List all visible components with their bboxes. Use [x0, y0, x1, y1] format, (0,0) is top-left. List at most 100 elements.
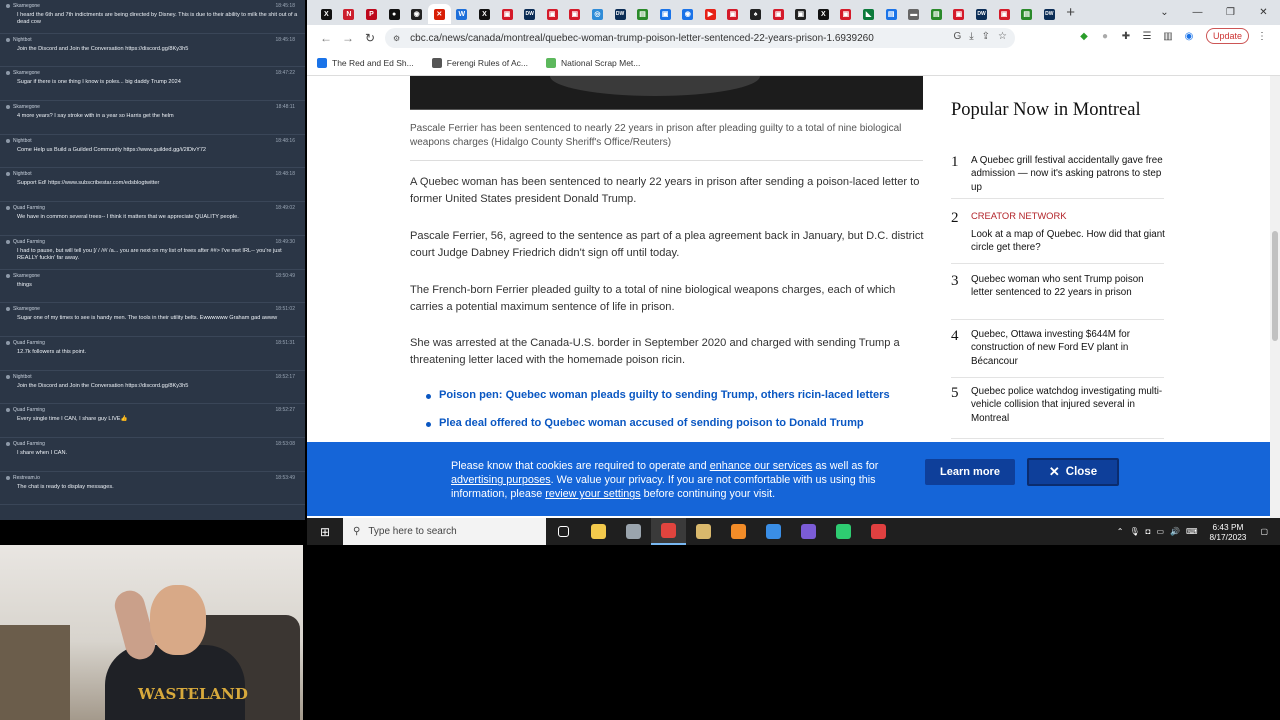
forward-icon[interactable]: →	[337, 27, 359, 49]
menu-icon[interactable]: ⋮	[1254, 28, 1270, 44]
chrome-taskbar-button[interactable]	[651, 518, 686, 545]
browser-tab[interactable]: ▣	[496, 4, 519, 24]
network-icon[interactable]: ▭	[1156, 527, 1164, 536]
site-info-icon[interactable]: ⚙	[393, 34, 400, 43]
related-link[interactable]: Plea deal offered to Quebec woman accuse…	[439, 417, 864, 429]
extensions-puzzle-icon[interactable]: ✚	[1118, 28, 1134, 44]
ime-icon[interactable]: ⌨	[1186, 527, 1198, 536]
browser-tab[interactable]: ▤	[925, 4, 948, 24]
minimize-button[interactable]: —	[1181, 0, 1214, 25]
browser-tab[interactable]: DW	[970, 4, 993, 24]
browser-tab[interactable]: ◣	[857, 4, 880, 24]
app-taskbar-button[interactable]	[826, 518, 861, 545]
popular-headline[interactable]: A Quebec grill festival accidentally gav…	[971, 154, 1166, 194]
learn-more-button[interactable]: Learn more	[925, 459, 1015, 485]
app-taskbar-button[interactable]	[616, 518, 651, 545]
browser-tab[interactable]: DW	[518, 4, 541, 24]
notification-icon[interactable]: ▢	[1260, 527, 1268, 536]
back-icon[interactable]: ←	[315, 27, 337, 49]
advertising-purposes-link[interactable]: advertising purposes	[451, 474, 551, 486]
browser-tab[interactable]: ▣	[789, 4, 812, 24]
volume-icon[interactable]: 🔊	[1170, 527, 1180, 536]
browser-tab[interactable]: ▣	[654, 4, 677, 24]
new-tab-button[interactable]: +	[1061, 4, 1081, 21]
app-taskbar-button[interactable]	[721, 518, 756, 545]
profile-avatar[interactable]: ◉	[1181, 28, 1197, 44]
bookmark-star-icon[interactable]: ☆	[998, 31, 1007, 42]
chat-text: Join the Discord and Join the Conversati…	[17, 45, 189, 52]
restore-button[interactable]: ❐	[1214, 0, 1247, 25]
browser-tab[interactable]: X	[473, 4, 496, 24]
youtube-icon: ▶	[704, 8, 716, 20]
page-scrollbar[interactable]	[1270, 76, 1280, 518]
address-bar[interactable]: ⚙ cbc.ca/news/canada/montreal/quebec-wom…	[385, 28, 1015, 48]
browser-tab[interactable]: ◉	[677, 4, 700, 24]
app-taskbar-button[interactable]	[861, 518, 896, 545]
browser-tab[interactable]: ▣	[767, 4, 790, 24]
tray-app-icon[interactable]: ◘	[1146, 527, 1151, 536]
chat-message: Skarnegone 18:51:02 Sugar one of my times …	[0, 303, 305, 337]
browser-tab[interactable]: ▣	[564, 4, 587, 24]
chat-timestamp: 18:53:49	[275, 474, 295, 481]
popular-headline[interactable]: Quebec police watchdog investigating mul…	[971, 385, 1166, 425]
browser-tab[interactable]: ♠	[744, 4, 767, 24]
side-panel-icon[interactable]: ▥	[1160, 28, 1176, 44]
chevron-up-icon[interactable]: ⌃	[1117, 527, 1124, 536]
tab-active[interactable]: ✕	[427, 4, 451, 24]
chat-message: Quad Farming 18:53:08 I share when I CAN.	[0, 438, 305, 472]
browser-tab[interactable]: ▣	[993, 4, 1016, 24]
close-cookie-button[interactable]: ✕ Close	[1027, 458, 1119, 486]
app-taskbar-button[interactable]	[791, 518, 826, 545]
bookmark-item[interactable]: The Red and Ed Sh...	[317, 58, 414, 68]
popular-headline[interactable]: Quebec, Ottawa investing $644M for const…	[971, 328, 1166, 368]
chat-message: Nightbot 18:48:16 Come Help us Build a Gui…	[0, 135, 305, 169]
browser-tab[interactable]: N	[338, 4, 361, 24]
browser-tab[interactable]: ●	[383, 4, 406, 24]
browser-tab[interactable]: ◎	[586, 4, 609, 24]
clock[interactable]: 6:43 PM 8/17/2023	[1210, 522, 1247, 542]
close-window-button[interactable]: ✕	[1247, 0, 1280, 25]
popular-headline[interactable]: Quebec woman who sent Trump poison lette…	[971, 273, 1166, 300]
taskbar-search[interactable]: ⚲ Type here to search	[343, 518, 546, 545]
browser-tab[interactable]: P	[360, 4, 383, 24]
browser-tab[interactable]: ▤	[880, 4, 903, 24]
browser-tab[interactable]: X	[812, 4, 835, 24]
browser-tab[interactable]: DW	[1038, 4, 1061, 24]
extension-icon[interactable]: ◆	[1076, 28, 1092, 44]
start-button[interactable]: ⊞	[307, 518, 343, 545]
microphone-icon[interactable]: 🎙	[1129, 527, 1139, 536]
bookmark-item[interactable]: Ferengi Rules of Ac...	[431, 58, 528, 68]
popular-headline[interactable]: Look at a map of Quebec. How did that gi…	[971, 228, 1166, 255]
review-settings-link[interactable]: review your settings	[545, 488, 640, 500]
reload-icon[interactable]: ↻	[359, 27, 381, 49]
browser-tab[interactable]: ▬	[902, 4, 925, 24]
browser-tab[interactable]: ▶	[699, 4, 722, 24]
extension-icon[interactable]: ●	[1097, 28, 1113, 44]
enhance-services-link[interactable]: enhance our services	[710, 460, 813, 472]
update-button[interactable]: Update	[1205, 28, 1249, 44]
related-link[interactable]: Poison pen: Quebec woman pleads guilty t…	[439, 389, 890, 401]
task-view-taskbar-button[interactable]	[546, 518, 581, 545]
browser-tab[interactable]: ▣	[835, 4, 858, 24]
tab-list: X N P ● ◉ ✕ W X ▣ DW ▣ ▣ ◎ DW ▤ ▣ ◉ ▶ ▣ ♠ ▣ ▣ X ▣ ◣ ▤ ▬ ▤ ▣ DW ▣ ▤ DW	[315, 1, 1061, 24]
bookmark-item[interactable]: National Scrap Met...	[546, 58, 640, 68]
browser-tab[interactable]: W	[451, 4, 474, 24]
reading-list-icon[interactable]: ☰	[1139, 28, 1155, 44]
browser-tab[interactable]: DW	[609, 4, 632, 24]
scrollbar-thumb[interactable]	[1272, 231, 1278, 341]
app-taskbar-button[interactable]	[686, 518, 721, 545]
browser-tab[interactable]: ▤	[1015, 4, 1038, 24]
file-explorer-taskbar-button[interactable]	[581, 518, 616, 545]
browser-tab[interactable]: ◉	[405, 4, 428, 24]
install-icon[interactable]: ⤓	[969, 31, 973, 42]
tab-search-icon[interactable]: ⌄	[1148, 0, 1181, 25]
browser-tab[interactable]: ▤	[631, 4, 654, 24]
browser-tab[interactable]: ▣	[948, 4, 971, 24]
browser-tab[interactable]: ▣	[541, 4, 564, 24]
google-icon[interactable]: G	[953, 31, 961, 42]
browser-tab[interactable]: ▣	[722, 4, 745, 24]
browser-tab[interactable]: X	[315, 4, 338, 24]
share-icon[interactable]: ⇪	[982, 31, 990, 42]
bookmark-label: The Red and Ed Sh...	[332, 58, 414, 68]
app-taskbar-button[interactable]	[756, 518, 791, 545]
